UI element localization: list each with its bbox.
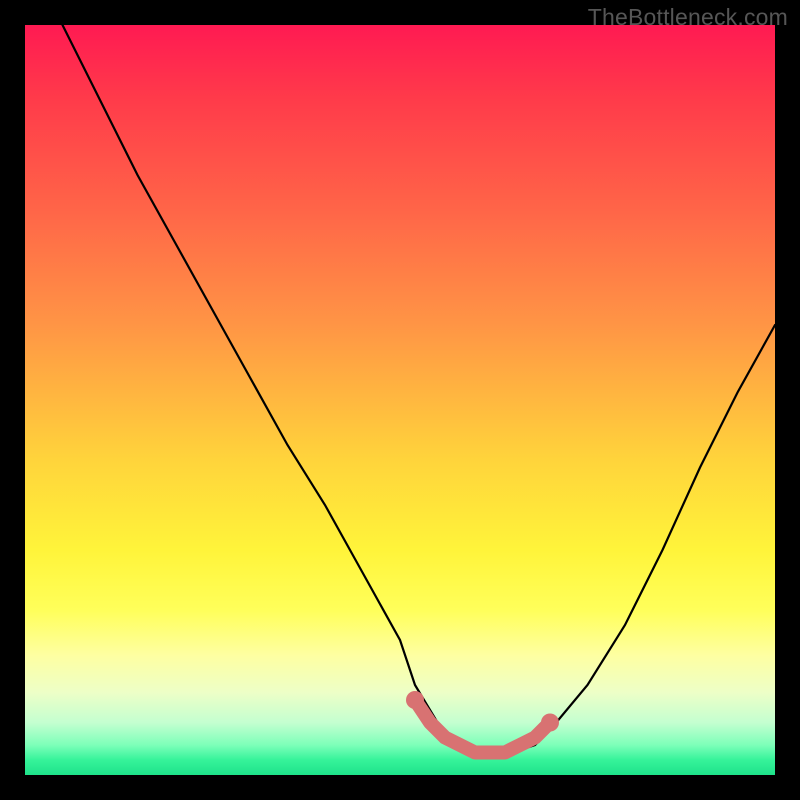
curve-layer <box>25 25 775 775</box>
watermark-text: TheBottleneck.com <box>588 4 788 31</box>
optimal-marker-stroke <box>415 700 550 753</box>
optimal-marker-dot <box>406 691 424 709</box>
bottleneck-curve <box>63 25 776 753</box>
chart-frame: TheBottleneck.com <box>0 0 800 800</box>
plot-area <box>25 25 775 775</box>
optimal-markers <box>406 691 559 753</box>
optimal-marker-dot <box>541 714 559 732</box>
